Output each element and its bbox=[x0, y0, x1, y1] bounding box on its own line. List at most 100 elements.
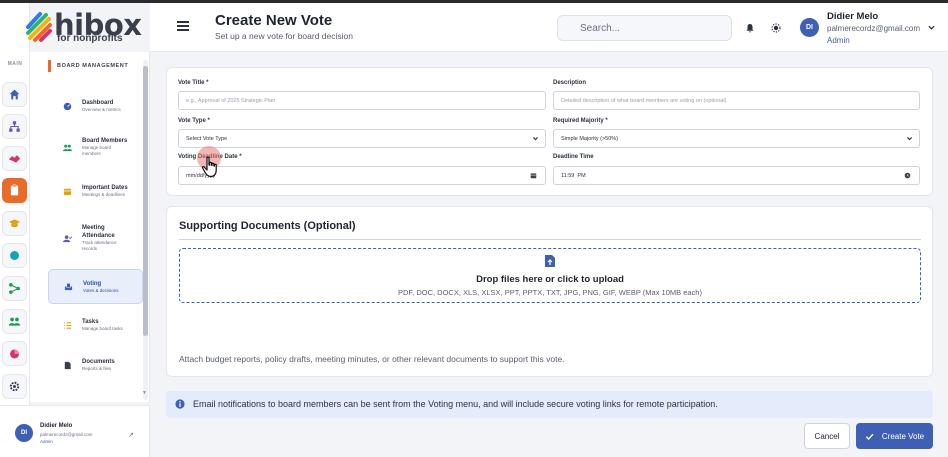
chevron-down-icon[interactable] bbox=[927, 23, 936, 32]
sidebar-user-email: palmerecordz@gmail.com bbox=[40, 432, 93, 437]
info-icon bbox=[175, 399, 185, 409]
rail-community-button[interactable] bbox=[2, 309, 27, 334]
rail-education-button[interactable] bbox=[2, 211, 27, 236]
calendar-icon bbox=[63, 188, 71, 195]
vote-type-select[interactable]: Select Vote Type bbox=[178, 129, 546, 148]
handshake-icon bbox=[8, 155, 21, 163]
sidebar-item-voting[interactable]: Voting Votes & decisions bbox=[48, 269, 143, 304]
rail-network-button[interactable] bbox=[2, 276, 27, 301]
documents-help-text: Attach budget reports, policy drafts, me… bbox=[179, 354, 565, 364]
sidebar-scrollbar[interactable] bbox=[143, 60, 148, 400]
tasks-icon bbox=[63, 321, 71, 329]
menu-toggle-button[interactable] bbox=[177, 21, 189, 31]
circle-icon bbox=[10, 251, 19, 260]
sidebar-item-dashboard[interactable]: Dashboard Overview & metrics bbox=[48, 92, 143, 120]
graduation-cap-icon bbox=[8, 219, 21, 228]
sidebar-item-title: Dashboard bbox=[82, 100, 114, 106]
rail-org-button[interactable] bbox=[2, 114, 27, 139]
users-icon bbox=[62, 144, 72, 151]
avatar: DI bbox=[15, 424, 33, 442]
rail-handshake-button[interactable] bbox=[2, 146, 27, 171]
required-majority-select[interactable]: Simple Majority (>50%) bbox=[553, 129, 920, 148]
deadline-time-label: Deadline Time bbox=[553, 154, 594, 160]
vote-details-card: Vote Title * e.g., Approval of 2025 Stra… bbox=[166, 67, 933, 196]
header-user-email: palmerecordz@gmail.com bbox=[827, 24, 921, 33]
required-majority-value: Simple Majority (>50%) bbox=[561, 135, 619, 142]
rail-label: MAIN bbox=[7, 61, 23, 67]
vote-type-label: Vote Type * bbox=[178, 118, 210, 124]
clipboard-icon bbox=[10, 184, 19, 196]
home-icon bbox=[9, 89, 20, 100]
sidebar-item-subtitle: Manage board tasks bbox=[82, 326, 123, 331]
sidebar-item-subtitle: Track attendance records bbox=[82, 240, 117, 251]
search-input[interactable] bbox=[557, 15, 732, 41]
info-banner: Email notifications to board members can… bbox=[166, 391, 933, 418]
required-majority-label: Required Majority * bbox=[553, 118, 608, 124]
info-text: Email notifications to board members can… bbox=[193, 399, 718, 409]
dropzone-formats: PDF, DOC, DOCX, XLS, XLSX, PPT, PPTX, TX… bbox=[398, 288, 702, 297]
sidebar-item-subtitle: Reports & files bbox=[82, 366, 112, 371]
icon-rail: MAIN bbox=[0, 3, 30, 457]
file-dropzone[interactable]: Drop files here or click to upload PDF, … bbox=[179, 248, 921, 303]
vote-type-value: Select Vote Type bbox=[186, 135, 228, 142]
create-vote-button[interactable]: Create Vote bbox=[856, 423, 933, 449]
header-user-role: Admin bbox=[827, 36, 850, 45]
deadline-date-input[interactable]: mm/dd/yyyy bbox=[178, 166, 546, 185]
dashboard-icon bbox=[63, 102, 71, 110]
header: Create New Vote Set up a new vote for bo… bbox=[150, 3, 948, 52]
sidebar-item-tasks[interactable]: Tasks Manage board tasks bbox=[48, 312, 143, 338]
sidebar-scrollbar-thumb[interactable] bbox=[143, 66, 148, 336]
cancel-button[interactable]: Cancel bbox=[804, 423, 850, 449]
scroll-down-arrow-icon[interactable]: ▼ bbox=[142, 390, 147, 396]
calendar-icon[interactable] bbox=[530, 172, 537, 179]
rail-home-button[interactable] bbox=[2, 82, 27, 107]
hibox-logo-icon bbox=[26, 12, 52, 42]
sidebar-item-title: Documents bbox=[82, 359, 115, 365]
page-subtitle: Set up a new vote for board decision bbox=[215, 31, 353, 41]
vote-title-label: Vote Title * bbox=[178, 80, 209, 86]
rail-circle-button[interactable] bbox=[2, 243, 27, 268]
sidebar-item-title: Meeting Attendance bbox=[82, 225, 115, 239]
sidebar-item-board-members[interactable]: Board Members Manage board members bbox=[48, 132, 143, 162]
dropzone-title: Drop files here or click to upload bbox=[476, 274, 624, 285]
divider bbox=[179, 239, 921, 240]
gear-icon bbox=[9, 381, 20, 392]
vote-icon bbox=[64, 283, 72, 291]
bell-icon[interactable] bbox=[745, 23, 755, 33]
header-avatar[interactable]: DI bbox=[800, 18, 819, 37]
network-icon bbox=[9, 283, 20, 294]
sidebar-user-role: Admin bbox=[40, 439, 53, 444]
pie-chart-icon bbox=[10, 349, 19, 359]
rail-settings-button[interactable] bbox=[2, 374, 27, 399]
document-icon bbox=[64, 361, 71, 369]
community-icon bbox=[8, 317, 21, 326]
chevron-down-icon bbox=[533, 137, 538, 141]
hand-cursor-icon bbox=[201, 156, 217, 178]
brand-tagline: for nonprofits bbox=[57, 33, 123, 44]
supporting-documents-card: Supporting Documents (Optional) Drop fil… bbox=[166, 206, 933, 377]
sidebar-item-important-dates[interactable]: Important Dates Meetings & deadlines bbox=[48, 178, 143, 204]
sidebar-item-subtitle: Manage board members bbox=[82, 145, 112, 156]
clock-icon[interactable] bbox=[904, 172, 911, 179]
org-chart-icon bbox=[9, 121, 20, 132]
sidebar-item-meeting-attendance[interactable]: Meeting Attendance Track attendance recor… bbox=[48, 218, 143, 258]
vote-title-input[interactable]: e.g., Approval of 2025 Strategic Plan bbox=[178, 91, 546, 110]
brand-logo[interactable]: hibox for nonprofits bbox=[24, 8, 144, 45]
page-title: Create New Vote bbox=[215, 12, 333, 29]
description-label: Description bbox=[553, 80, 587, 86]
deadline-time-value: 11:59 PM bbox=[561, 172, 586, 179]
attendance-icon bbox=[62, 234, 72, 242]
file-upload-icon bbox=[545, 255, 555, 267]
description-input[interactable]: Detailed description of what board membe… bbox=[553, 91, 920, 110]
rail-reports-button[interactable] bbox=[2, 341, 27, 366]
check-icon bbox=[865, 433, 874, 440]
sun-icon[interactable] bbox=[771, 23, 781, 33]
sidebar-item-title: Board Members bbox=[82, 138, 128, 144]
chevron-down-icon bbox=[907, 137, 912, 141]
sidebar-item-documents[interactable]: Documents Reports & files bbox=[48, 352, 143, 378]
sidebar-item-title: Tasks bbox=[82, 319, 99, 325]
external-link-icon[interactable]: ↗ bbox=[128, 431, 134, 439]
deadline-time-input[interactable]: 11:59 PM bbox=[553, 166, 920, 185]
sidebar-item-subtitle: Meetings & deadlines bbox=[82, 192, 126, 197]
rail-board-button[interactable] bbox=[2, 178, 27, 203]
